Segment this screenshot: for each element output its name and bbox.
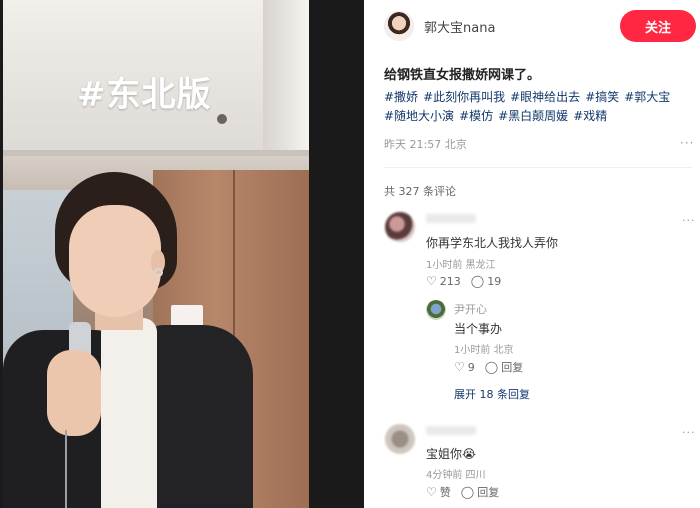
comment-text: 宝姐你😭: [426, 445, 476, 462]
comment-meta: 1小时前 黑龙江: [426, 260, 496, 271]
like-button[interactable]: ♡ 9: [454, 360, 475, 374]
reply-label: 回复: [477, 486, 500, 499]
scene-light: [263, 0, 309, 150]
comment-text-body: 宝姐你: [426, 447, 463, 461]
scene-sprinkler: [217, 114, 227, 124]
like-count: 9: [467, 360, 475, 374]
reply-label: 回复: [501, 361, 524, 374]
commenter-name-redacted: [426, 214, 476, 223]
speech-bubble-icon: ◯: [460, 485, 475, 499]
reply-text: 当个事办: [454, 322, 503, 336]
hashtag-link[interactable]: #黑白颠周媛: [498, 109, 568, 123]
divider: [384, 167, 692, 168]
person-earring: [154, 268, 163, 277]
reply-actions: ♡ 9 ◯ 回复: [454, 359, 533, 375]
post-panel: 郭大宝nana 关注 给钢铁直女报撒娇网课了。 #撒娇 #此刻你再叫我 #眼神给出去…: [364, 0, 700, 508]
person-face: [69, 205, 161, 317]
commenter-name-redacted: [426, 426, 476, 435]
hashtag-link[interactable]: #郭大宝: [624, 90, 670, 104]
comment-text: 你再学东北人我找人弄你: [426, 236, 559, 250]
post-title: 给钢铁直女报撒娇网课了。: [384, 68, 541, 83]
commenter-avatar[interactable]: [385, 212, 415, 242]
speech-bubble-icon: ◯: [470, 274, 485, 288]
expand-replies-link[interactable]: 展开 18 条回复: [454, 386, 530, 402]
reply-avatar[interactable]: [426, 300, 446, 320]
video-overlay-tag: #东北版: [77, 75, 212, 115]
comment-actions: ♡ 赞 ◯ 回复: [426, 484, 509, 500]
post-timestamp: 昨天 21:57 北京: [384, 138, 467, 151]
hashtag-link[interactable]: #随地大小演: [384, 109, 454, 123]
hashtag-link[interactable]: #搞笑: [585, 90, 619, 104]
reply-button[interactable]: ◯ 回复: [461, 484, 499, 500]
hashtag-link[interactable]: #模仿: [459, 109, 493, 123]
author-avatar[interactable]: [384, 11, 414, 41]
hashtag-link[interactable]: #撒娇: [384, 90, 418, 104]
comment-count: 共 327 条评论: [384, 185, 456, 198]
more-dots-icon[interactable]: ···: [682, 214, 696, 227]
reply-author-name[interactable]: 尹开心: [454, 301, 487, 317]
reply-meta: 1小时前 北京: [454, 345, 514, 356]
reply-button[interactable]: ◯ 回复: [485, 359, 523, 375]
like-button[interactable]: ♡ 赞: [426, 484, 451, 500]
hashtag-link[interactable]: #戏精: [573, 109, 607, 123]
person-jacket-right: [143, 325, 253, 508]
commenter-avatar[interactable]: [385, 424, 415, 454]
reply-count: 19: [487, 274, 502, 288]
scene-ceiling-edge: [3, 150, 309, 156]
person-hand: [47, 350, 101, 436]
more-dots-icon[interactable]: ···: [680, 136, 694, 150]
comment-meta: 4分钟前 四川: [426, 470, 486, 481]
reply-button[interactable]: ◯ 19: [471, 274, 501, 288]
heart-outline-icon: ♡: [426, 485, 437, 499]
heart-outline-icon: ♡: [426, 274, 437, 288]
like-label: 赞: [439, 486, 451, 499]
heart-outline-icon: ♡: [454, 360, 465, 374]
person-turtleneck: [101, 318, 157, 508]
more-dots-icon[interactable]: ···: [682, 426, 696, 439]
hashtag-link[interactable]: #眼神给出去: [510, 90, 580, 104]
like-count: 213: [439, 274, 461, 288]
author-name[interactable]: 郭大宝nana: [424, 17, 495, 36]
speech-bubble-icon: ◯: [484, 360, 499, 374]
hashtag-list: #撒娇 #此刻你再叫我 #眼神给出去 #搞笑 #郭大宝 #随地大小演 #模仿 #黑白颠周媛 #戏…: [384, 88, 696, 126]
microphone-cable: [65, 430, 67, 508]
hashtag-link[interactable]: #此刻你再叫我: [423, 90, 505, 104]
crying-emoji-icon: 😭: [462, 447, 477, 461]
comment-actions: ♡ 213 ◯ 19: [426, 274, 511, 288]
author-header[interactable]: 郭大宝nana: [384, 10, 495, 42]
video-player[interactable]: #东北版: [3, 0, 309, 508]
like-button[interactable]: ♡ 213: [426, 274, 461, 288]
follow-button[interactable]: 关注: [620, 10, 696, 42]
